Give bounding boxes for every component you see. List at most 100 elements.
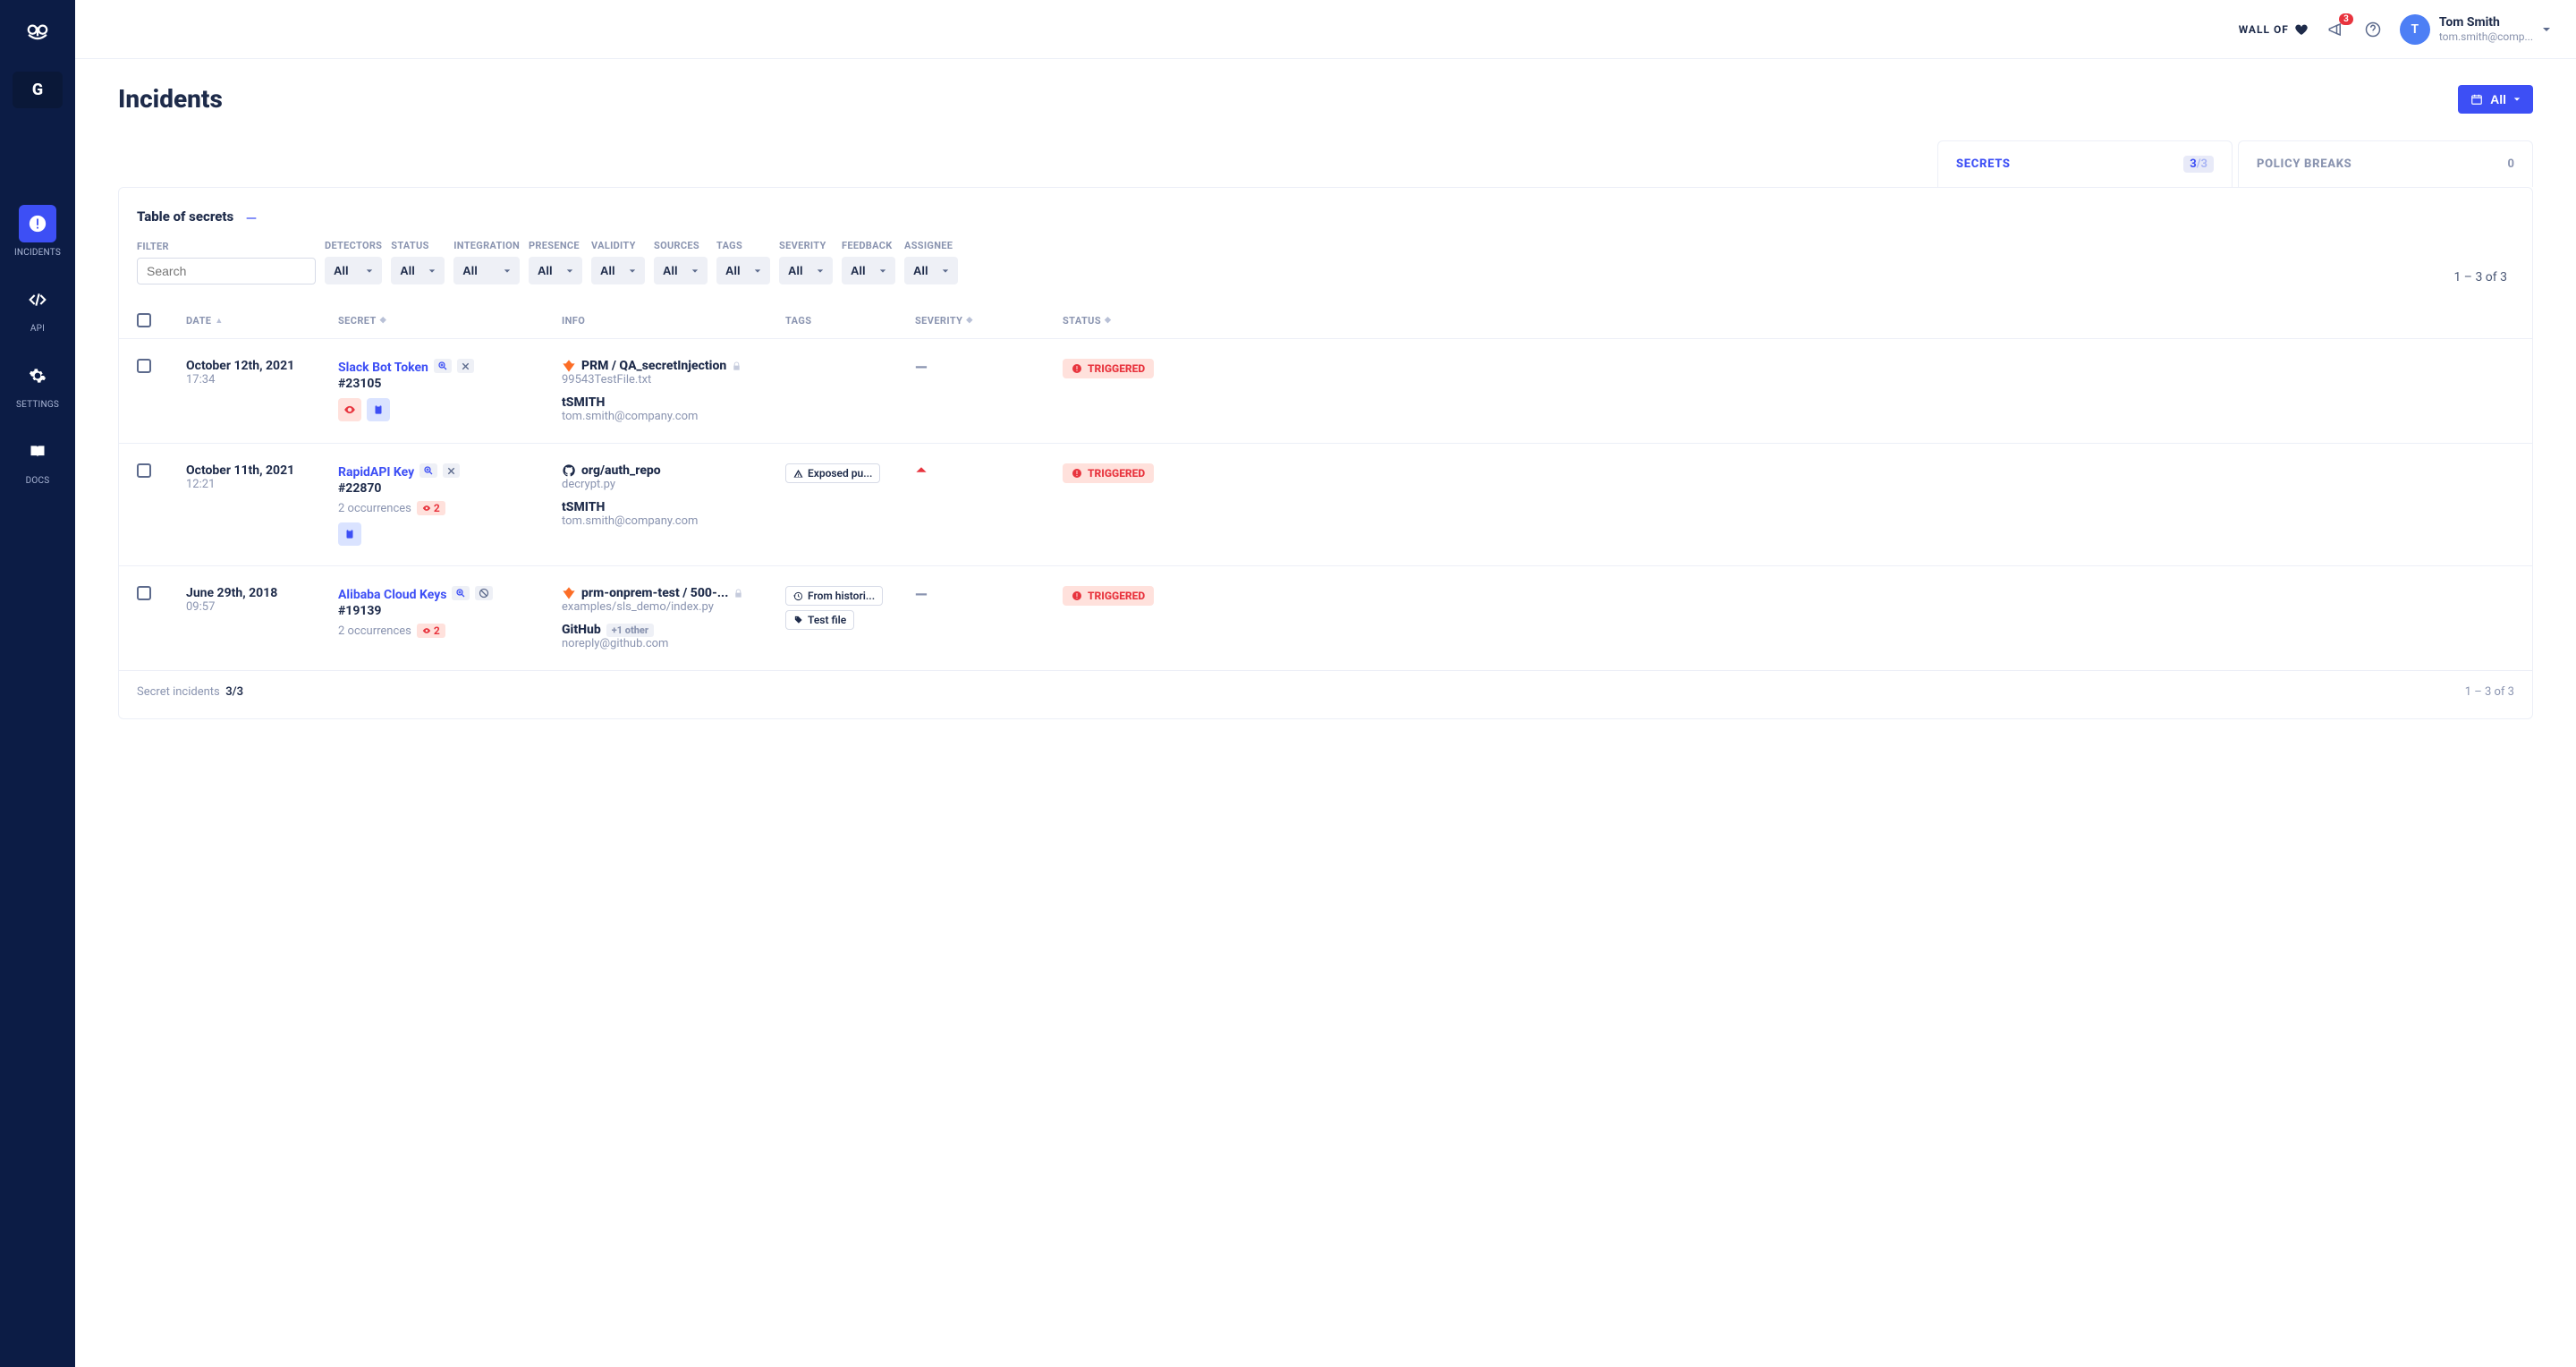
- help-icon: [2365, 21, 2381, 38]
- filter-assignee[interactable]: All: [904, 257, 958, 284]
- clipboard-badge-icon: [338, 522, 361, 546]
- announcements-button[interactable]: 3: [2325, 19, 2346, 40]
- filter-integration[interactable]: All: [453, 257, 520, 284]
- tag-chip[interactable]: Test file: [785, 610, 854, 630]
- col-status[interactable]: STATUS ◆: [1063, 313, 2514, 327]
- chevron-down-icon: [2513, 96, 2521, 103]
- severity-none: —: [915, 586, 928, 605]
- tag-chip[interactable]: From histori...: [785, 586, 883, 606]
- status-badge: TRIGGERED: [1063, 463, 1154, 483]
- chevron-down-icon: [366, 267, 373, 275]
- secret-name-link[interactable]: Alibaba Cloud Keys: [338, 588, 446, 602]
- ban-icon[interactable]: [475, 586, 493, 600]
- card-title: Table of secrets: [137, 208, 233, 225]
- tab-secrets[interactable]: SECRETS 3/3: [1937, 140, 2233, 187]
- col-secret[interactable]: SECRET ◆: [338, 313, 562, 327]
- search-input-wrapper[interactable]: [137, 258, 316, 284]
- footer-left: Secret incidents 3/3: [137, 685, 243, 699]
- filter-sources[interactable]: All: [654, 257, 708, 284]
- filter-detectors[interactable]: All: [325, 257, 382, 284]
- table-row[interactable]: June 29th, 201809:57 Alibaba Cloud Keys …: [119, 566, 2532, 671]
- filter-validity[interactable]: All: [591, 257, 645, 284]
- author-name: tSMITH: [562, 500, 785, 514]
- filter-label-status: STATUS: [391, 240, 445, 251]
- filter-label-severity: SEVERITY: [779, 240, 833, 251]
- workspace-switcher[interactable]: G: [13, 72, 63, 108]
- filters-row: FILTER DETECTORS All STATUS All INTEGRAT…: [119, 240, 2532, 284]
- chevron-down-icon: [428, 267, 436, 275]
- secret-name-link[interactable]: Slack Bot Token: [338, 361, 428, 375]
- calendar-icon: [2470, 93, 2483, 106]
- help-button[interactable]: [2362, 19, 2384, 40]
- date-filter-label: All: [2490, 92, 2506, 106]
- row-time: 09:57: [186, 600, 338, 614]
- sidebar-label-docs: DOCS: [26, 476, 50, 486]
- col-date[interactable]: DATE ▲: [186, 313, 338, 327]
- tag-chip[interactable]: Exposed pu...: [785, 463, 880, 483]
- sidebar-item-settings[interactable]: SETTINGS: [13, 350, 63, 417]
- filter-label-sources: SOURCES: [654, 240, 708, 251]
- file-path: 99543TestFile.txt: [562, 373, 785, 386]
- secret-name-link[interactable]: RapidAPI Key: [338, 465, 414, 480]
- secret-id: #19139: [338, 604, 562, 618]
- tab-policy-count: 0: [2508, 157, 2514, 171]
- chevron-down-icon: [817, 267, 824, 275]
- chevron-down-icon: [691, 267, 699, 275]
- filter-severity[interactable]: All: [779, 257, 833, 284]
- dismiss-icon[interactable]: [443, 463, 460, 478]
- zoom-icon[interactable]: [419, 463, 437, 478]
- search-input[interactable]: [147, 264, 309, 278]
- zoom-icon[interactable]: [434, 359, 452, 373]
- sidebar-item-api[interactable]: API: [13, 274, 63, 341]
- notification-badge: 3: [2339, 13, 2353, 25]
- pager-bottom: 1 – 3 of 3: [2465, 685, 2514, 699]
- workspace-letter: G: [32, 81, 43, 99]
- chevron-down-icon: [504, 267, 511, 275]
- row-checkbox[interactable]: [137, 586, 151, 600]
- repo-name[interactable]: prm-onprem-test / 500-...: [562, 586, 785, 600]
- filter-label-tags: TAGS: [716, 240, 770, 251]
- zoom-icon[interactable]: [452, 586, 470, 600]
- sidebar-item-incidents[interactable]: INCIDENTS: [13, 198, 63, 265]
- filter-presence[interactable]: All: [529, 257, 582, 284]
- repo-name[interactable]: PRM / QA_secretInjection: [562, 359, 785, 373]
- table-row[interactable]: October 11th, 202112:21 RapidAPI Key #22…: [119, 444, 2532, 566]
- pager-top: 1 – 3 of 3: [2453, 270, 2514, 284]
- settings-icon: [19, 357, 56, 395]
- row-date: October 11th, 2021: [186, 463, 338, 478]
- wall-of-love-link[interactable]: WALL OF: [2239, 22, 2309, 37]
- chevron-down-icon: [754, 267, 761, 275]
- user-email: tom.smith@comp...: [2439, 30, 2533, 43]
- row-date: October 12th, 2021: [186, 359, 338, 373]
- sidebar-label-incidents: INCIDENTS: [14, 248, 61, 258]
- filter-label-integration: INTEGRATION: [453, 240, 520, 251]
- date-filter-button[interactable]: All: [2458, 85, 2533, 114]
- user-menu[interactable]: T Tom Smith tom.smith@comp...: [2400, 14, 2551, 45]
- author-email: tom.smith@company.com: [562, 410, 785, 423]
- secrets-card: Table of secrets FILTER DETECTORS All: [118, 187, 2533, 719]
- table-row[interactable]: October 12th, 202117:34 Slack Bot Token …: [119, 339, 2532, 444]
- filter-feedback[interactable]: All: [842, 257, 895, 284]
- dismiss-icon[interactable]: [457, 359, 474, 373]
- tab-policy-breaks[interactable]: POLICY BREAKS 0: [2238, 140, 2533, 187]
- chevron-down-icon: [2542, 25, 2551, 34]
- filter-label-presence: PRESENCE: [529, 240, 582, 251]
- download-button[interactable]: [244, 208, 258, 225]
- table-header: DATE ▲ SECRET ◆ INFO TAGS SEVERITY ◆ STA…: [119, 302, 2532, 339]
- row-checkbox[interactable]: [137, 359, 151, 373]
- logo-icon: [20, 14, 55, 50]
- sidebar-item-docs[interactable]: DOCS: [13, 426, 63, 493]
- secret-id: #22870: [338, 481, 562, 496]
- filter-tags[interactable]: All: [716, 257, 770, 284]
- col-severity[interactable]: SEVERITY ◆: [915, 313, 1063, 327]
- repo-name[interactable]: org/auth_repo: [562, 463, 785, 478]
- lock-icon: [732, 361, 741, 371]
- author-email: tom.smith@company.com: [562, 514, 785, 528]
- heart-icon: [2294, 22, 2309, 37]
- download-icon: [244, 208, 258, 222]
- select-all-checkbox[interactable]: [137, 313, 151, 327]
- row-checkbox[interactable]: [137, 463, 151, 478]
- filter-status[interactable]: All: [391, 257, 445, 284]
- file-path: examples/sls_demo/index.py: [562, 600, 785, 614]
- filter-label-detectors: DETECTORS: [325, 240, 382, 251]
